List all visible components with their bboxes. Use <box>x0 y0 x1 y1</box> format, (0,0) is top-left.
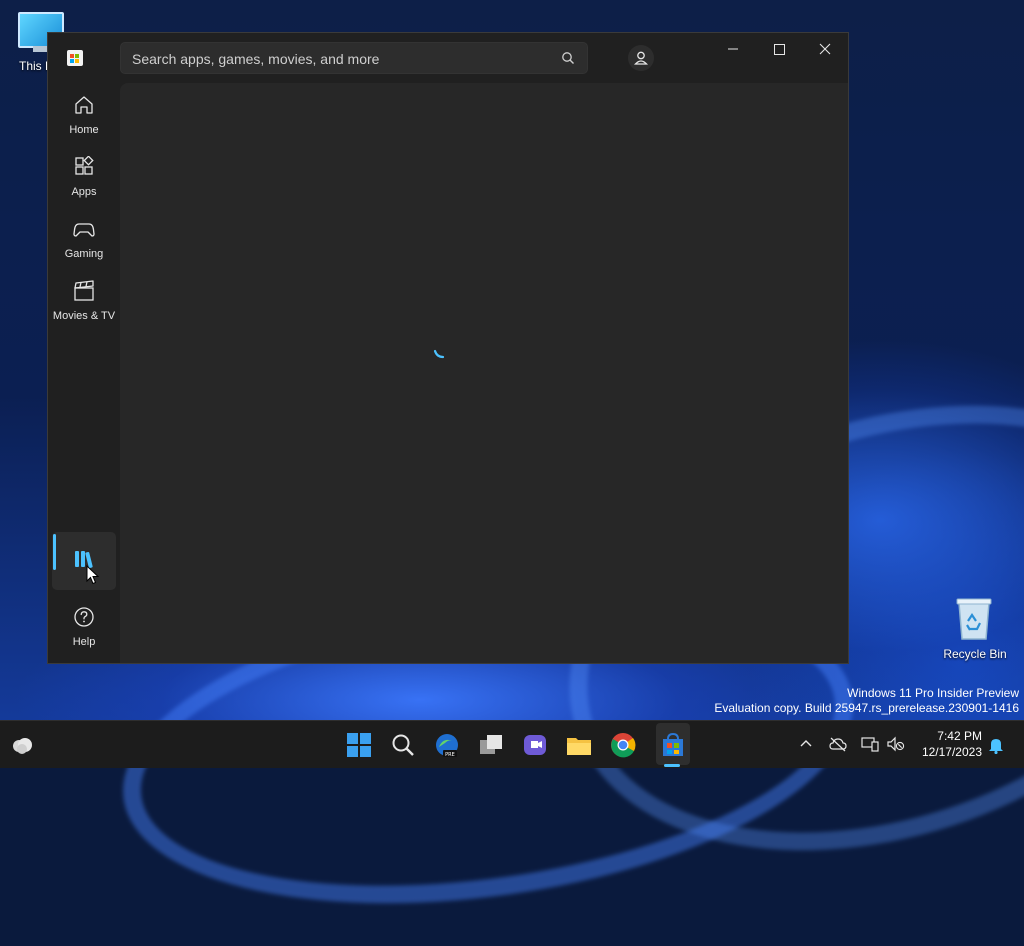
weather-icon[interactable] <box>10 733 34 757</box>
search-icon[interactable] <box>389 731 417 759</box>
selection-indicator <box>53 534 56 570</box>
mouse-cursor-icon <box>86 565 100 585</box>
help-icon <box>74 607 94 627</box>
task-view-icon[interactable] <box>477 731 505 759</box>
volume-muted-icon[interactable] <box>887 736 905 752</box>
maximize-button[interactable] <box>756 33 802 65</box>
navigation-sidebar: Home Apps Gaming Movies & TV Help <box>48 83 120 663</box>
nav-home[interactable]: Home <box>52 86 116 144</box>
nav-apps[interactable]: Apps <box>52 148 116 206</box>
teams-icon[interactable] <box>521 731 549 759</box>
nav-help-label: Help <box>72 636 96 648</box>
monitor-stand <box>33 46 47 52</box>
minimize-icon <box>728 48 738 50</box>
edge-dev-icon[interactable]: PRE <box>433 731 461 759</box>
movies-icon <box>74 280 94 301</box>
account-icon <box>634 51 648 65</box>
close-icon <box>819 43 831 55</box>
search-icon[interactable] <box>561 51 575 65</box>
onedrive-offline-icon[interactable] <box>829 736 847 752</box>
system-clock[interactable]: 7:42 PM 12/17/2023 <box>922 728 982 760</box>
nav-library[interactable] <box>52 532 116 590</box>
nav-help[interactable]: Help <box>52 598 116 656</box>
file-explorer-icon[interactable] <box>565 731 593 759</box>
nav-home-label: Home <box>69 124 99 136</box>
chevron-up-icon[interactable] <box>798 736 814 752</box>
content-area <box>120 83 848 663</box>
gaming-icon <box>73 223 95 237</box>
loading-spinner-icon <box>433 349 445 359</box>
windows-watermark: Windows 11 Pro Insider Preview Evaluatio… <box>714 686 1019 716</box>
maximize-icon <box>774 44 785 55</box>
close-button[interactable] <box>802 33 848 65</box>
title-bar[interactable]: Search apps, games, movies, and more <box>48 33 848 83</box>
home-icon <box>75 96 93 114</box>
recycle-bin-label: Recycle Bin <box>943 647 1007 661</box>
chrome-icon[interactable] <box>609 731 637 759</box>
microsoft-store-window: Search apps, games, movies, and more Hom… <box>47 32 849 664</box>
clock-time: 7:42 PM <box>937 729 982 743</box>
taskbar: PRE 7:42 PM 12/17/2023 <box>0 720 1024 768</box>
search-input[interactable]: Search apps, games, movies, and more <box>132 51 379 67</box>
notification-bell-icon[interactable] <box>988 736 1004 754</box>
search-box[interactable]: Search apps, games, movies, and more <box>120 42 588 74</box>
microsoft-store-icon <box>67 50 83 66</box>
nav-movies-tv-label: Movies & TV <box>52 310 116 322</box>
watermark-edition: Windows 11 Pro Insider Preview <box>847 686 1019 700</box>
svg-text:PRE: PRE <box>445 752 455 758</box>
active-app-indicator <box>664 764 680 767</box>
nav-apps-label: Apps <box>71 186 97 198</box>
network-icon[interactable] <box>861 736 879 752</box>
nav-movies-tv[interactable]: Movies & TV <box>52 272 116 330</box>
nav-gaming-label: Gaming <box>64 248 104 260</box>
watermark-build: Evaluation copy. Build 25947.rs_prerelea… <box>714 701 1019 715</box>
microsoft-store-icon[interactable] <box>659 731 687 759</box>
recycle-bin-icon <box>956 598 992 640</box>
clock-date: 12/17/2023 <box>921 745 982 759</box>
minimize-button[interactable] <box>710 33 756 65</box>
account-button[interactable] <box>628 45 654 71</box>
apps-icon <box>75 156 94 175</box>
start-icon[interactable] <box>345 731 373 759</box>
nav-gaming[interactable]: Gaming <box>52 210 116 268</box>
